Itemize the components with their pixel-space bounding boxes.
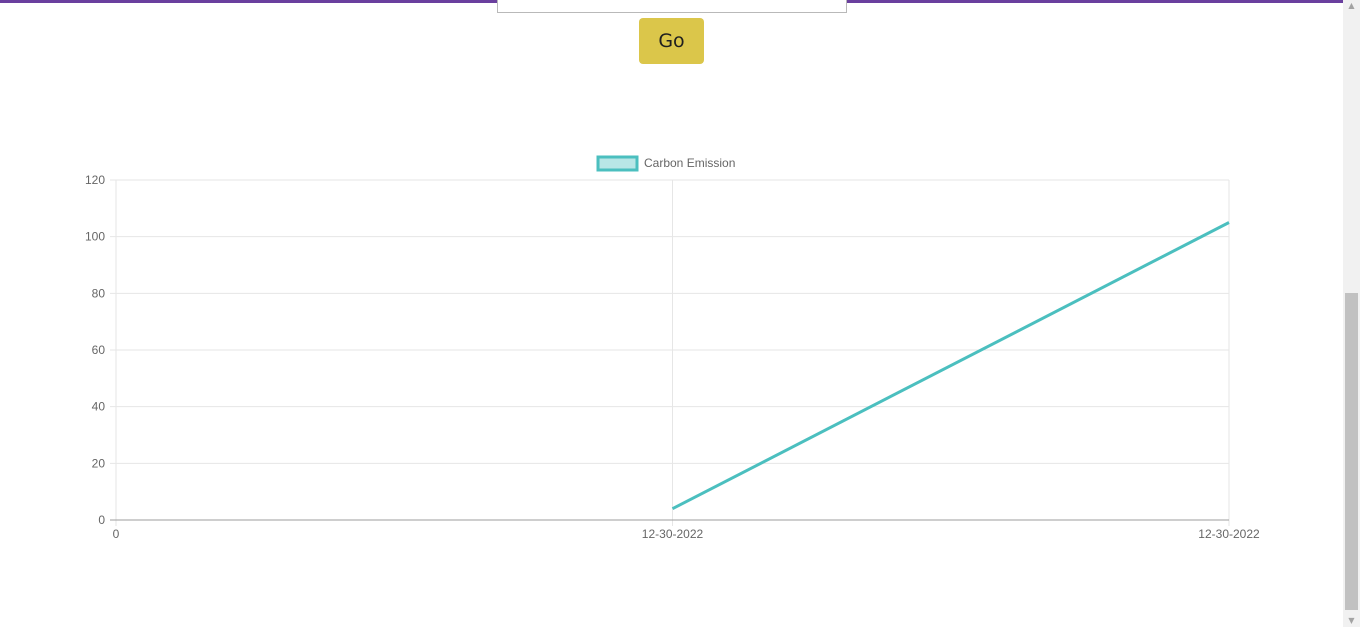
chart-legend[interactable]: Carbon Emission: [596, 155, 735, 172]
vertical-scrollbar[interactable]: ▲ ▼: [1343, 0, 1360, 627]
y-tick-label: 20: [92, 456, 106, 470]
chart-series: [671, 221, 1230, 511]
y-tick-label: 120: [85, 173, 105, 187]
series-line-carbon-emission: [671, 221, 1230, 511]
x-tick-label: 12-30-2022: [642, 527, 704, 541]
carbon-emission-chart: 0 20 40 60 80 100 120 0 12-30-2022 12-30-2022 Car…: [85, 155, 1260, 541]
scroll-down-arrow-icon[interactable]: ▼: [1343, 615, 1360, 627]
legend-label-carbon-emission[interactable]: Carbon Emission: [644, 156, 735, 170]
x-tick-label: 12-30-2022: [1198, 527, 1260, 541]
y-tick-label: 40: [92, 400, 106, 414]
chart-grid: [110, 179, 1230, 526]
y-tick-label: 0: [98, 513, 105, 527]
y-tick-label: 100: [85, 230, 105, 244]
scroll-up-arrow-icon[interactable]: ▲: [1343, 0, 1360, 12]
x-tick-label: 0: [113, 527, 120, 541]
y-tick-label: 60: [92, 343, 106, 357]
y-tick-label: 80: [92, 286, 106, 300]
legend-swatch-carbon-emission[interactable]: [596, 155, 639, 172]
scroll-thumb[interactable]: [1345, 293, 1358, 610]
